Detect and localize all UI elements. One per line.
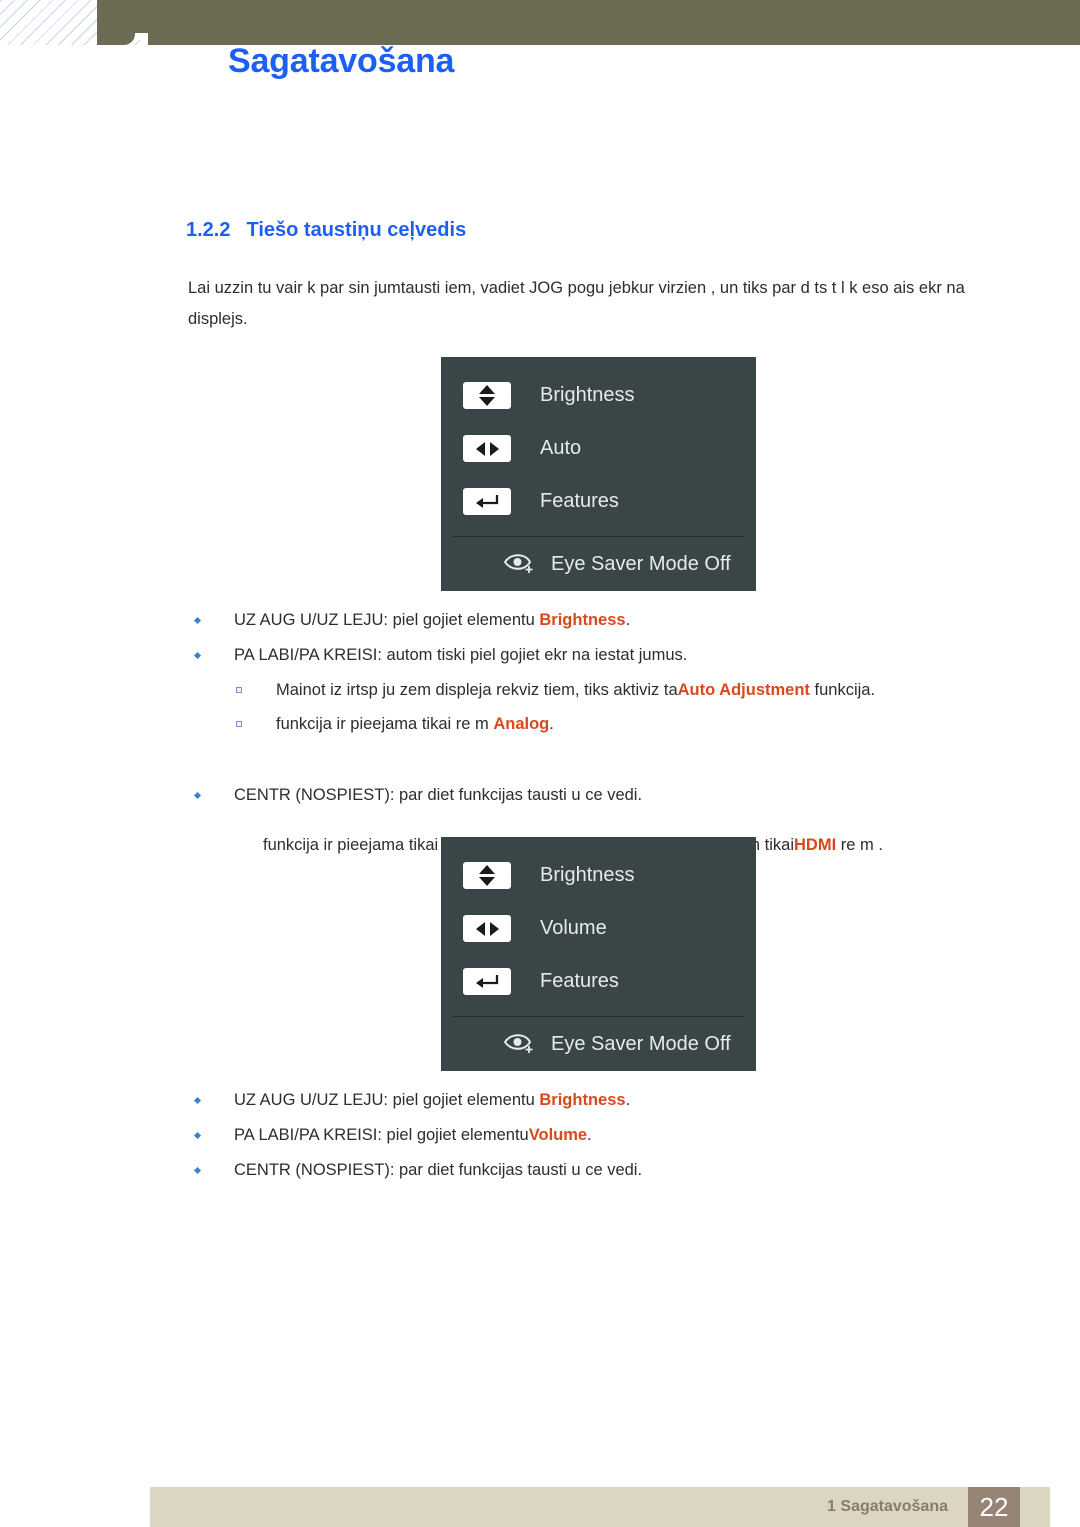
header-olive-bar [97, 0, 1080, 33]
up-down-arrows-icon [463, 382, 511, 409]
highlight-brightness: Brightness [539, 1091, 626, 1109]
sub-note-block-1: Mainot iz irtsp ju zem displeja rekviz t… [188, 673, 1048, 741]
osd-row-eye-saver: Eye Saver Mode Off [441, 1017, 756, 1071]
bullet-text-post: . [625, 1091, 631, 1109]
bullet-text: UZ AUG U/UZ LEJU: piel gojiet elementu [234, 1091, 540, 1109]
osd-row-brightness: Brightness [441, 369, 756, 422]
list-item: Mainot iz irtsp ju zem displeja rekviz t… [188, 673, 1048, 707]
eye-saver-icon [503, 550, 537, 579]
bullet-text: PA LABI/PA KREISI: piel gojiet elementu [234, 1126, 529, 1144]
list-item: CENTR (NOSPIEST): par diet funkcijas tau… [188, 778, 1068, 812]
page-title: Sagatavošana [228, 42, 455, 80]
bullet-list-1: UZ AUG U/UZ LEJU: piel gojiet elementu B… [188, 603, 1018, 673]
osd-label-eye-saver: Eye Saver Mode Off [551, 1032, 731, 1055]
note-text-post: re m . [836, 836, 883, 854]
bullet-text-post: . [587, 1126, 592, 1144]
section-heading: 1.2.2 Tiešo taustiņu ceļvedis [186, 219, 466, 242]
osd-label-brightness: Brightness [540, 384, 635, 406]
enter-return-arrow-glyph [476, 494, 499, 508]
osd-label-volume: Volume [540, 917, 607, 939]
subbullet-text: funkcija ir pieejama tikai re m [276, 715, 494, 733]
osd-menu-panel-2: Brightness Volume Features Eye Saver Mod… [441, 837, 756, 1071]
osd-label-brightness: Brightness [540, 864, 635, 886]
enter-return-arrow-glyph [476, 974, 499, 988]
page-header [0, 0, 1080, 46]
bullet-list-2: UZ AUG U/UZ LEJU: piel gojiet elementu B… [188, 1083, 1018, 1188]
osd-row-features: Features [441, 475, 756, 528]
subbullet-text-post: . [549, 715, 554, 733]
osd-label-auto: Auto [540, 437, 582, 459]
highlight-auto-adjustment: Auto Adjustment [677, 681, 810, 699]
osd-row-eye-saver: Eye Saver Mode Off [441, 537, 756, 591]
bullet-text: UZ AUG U/UZ LEJU: piel gojiet elementu [234, 611, 540, 629]
header-olive-tab-left [97, 33, 135, 45]
subbullet-text: Mainot iz irtsp ju zem displeja rekviz t… [276, 681, 678, 699]
enter-return-arrow-icon [463, 968, 511, 995]
list-item: UZ AUG U/UZ LEJU: piel gojiet elementu B… [188, 603, 1018, 637]
subbullet-text-post: funkcija. [809, 681, 876, 699]
list-item: PA LABI/PA KREISI: piel gojiet elementuV… [188, 1118, 1018, 1152]
osd-label-eye-saver: Eye Saver Mode Off [551, 552, 731, 575]
list-item: CENTR (NOSPIEST): par diet funkcijas tau… [188, 1153, 1018, 1187]
up-down-arrows-icon [463, 862, 511, 889]
left-right-arrows-icon [463, 435, 511, 462]
osd-row-brightness: Brightness [441, 849, 756, 902]
highlight-hdmi: HDMI [794, 836, 837, 854]
page-number-box: 22 [968, 1487, 1020, 1527]
list-item: funkcija ir pieejama tikai re m Analog. [188, 707, 1048, 741]
list-item: PA LABI/PA KREISI: autom tiski piel goji… [188, 638, 1018, 672]
osd-row-features: Features [441, 955, 756, 1008]
left-right-arrows-icon [463, 915, 511, 942]
osd-label-features: Features [540, 490, 619, 512]
osd-row-volume: Volume [441, 902, 756, 955]
highlight-volume: Volume [528, 1126, 588, 1144]
osd-row-auto: Auto [441, 422, 756, 475]
enter-return-arrow-icon [463, 488, 511, 515]
eye-saver-icon [503, 1030, 537, 1059]
highlight-brightness: Brightness [539, 611, 626, 629]
page-number: 22 [979, 1491, 1009, 1522]
section-title: Tiešo taustiņu ceļvedis [246, 219, 467, 241]
highlight-analog: Analog [493, 715, 550, 733]
footer-chapter-label: 1 Sagatavošana [827, 1498, 948, 1515]
page-footer: 1 Sagatavošana 22 [150, 1487, 1050, 1527]
list-item: UZ AUG U/UZ LEJU: piel gojiet elementu B… [188, 1083, 1018, 1117]
osd-label-features: Features [540, 970, 619, 992]
section-number: 1.2.2 [186, 219, 231, 241]
intro-paragraph: Lai uzzin tu vair k par sin jumtausti ie… [188, 279, 965, 328]
osd-menu-panel-1: Brightness Auto Features Eye Saver Mode … [441, 357, 756, 591]
bullet-text-post: . [625, 611, 631, 629]
